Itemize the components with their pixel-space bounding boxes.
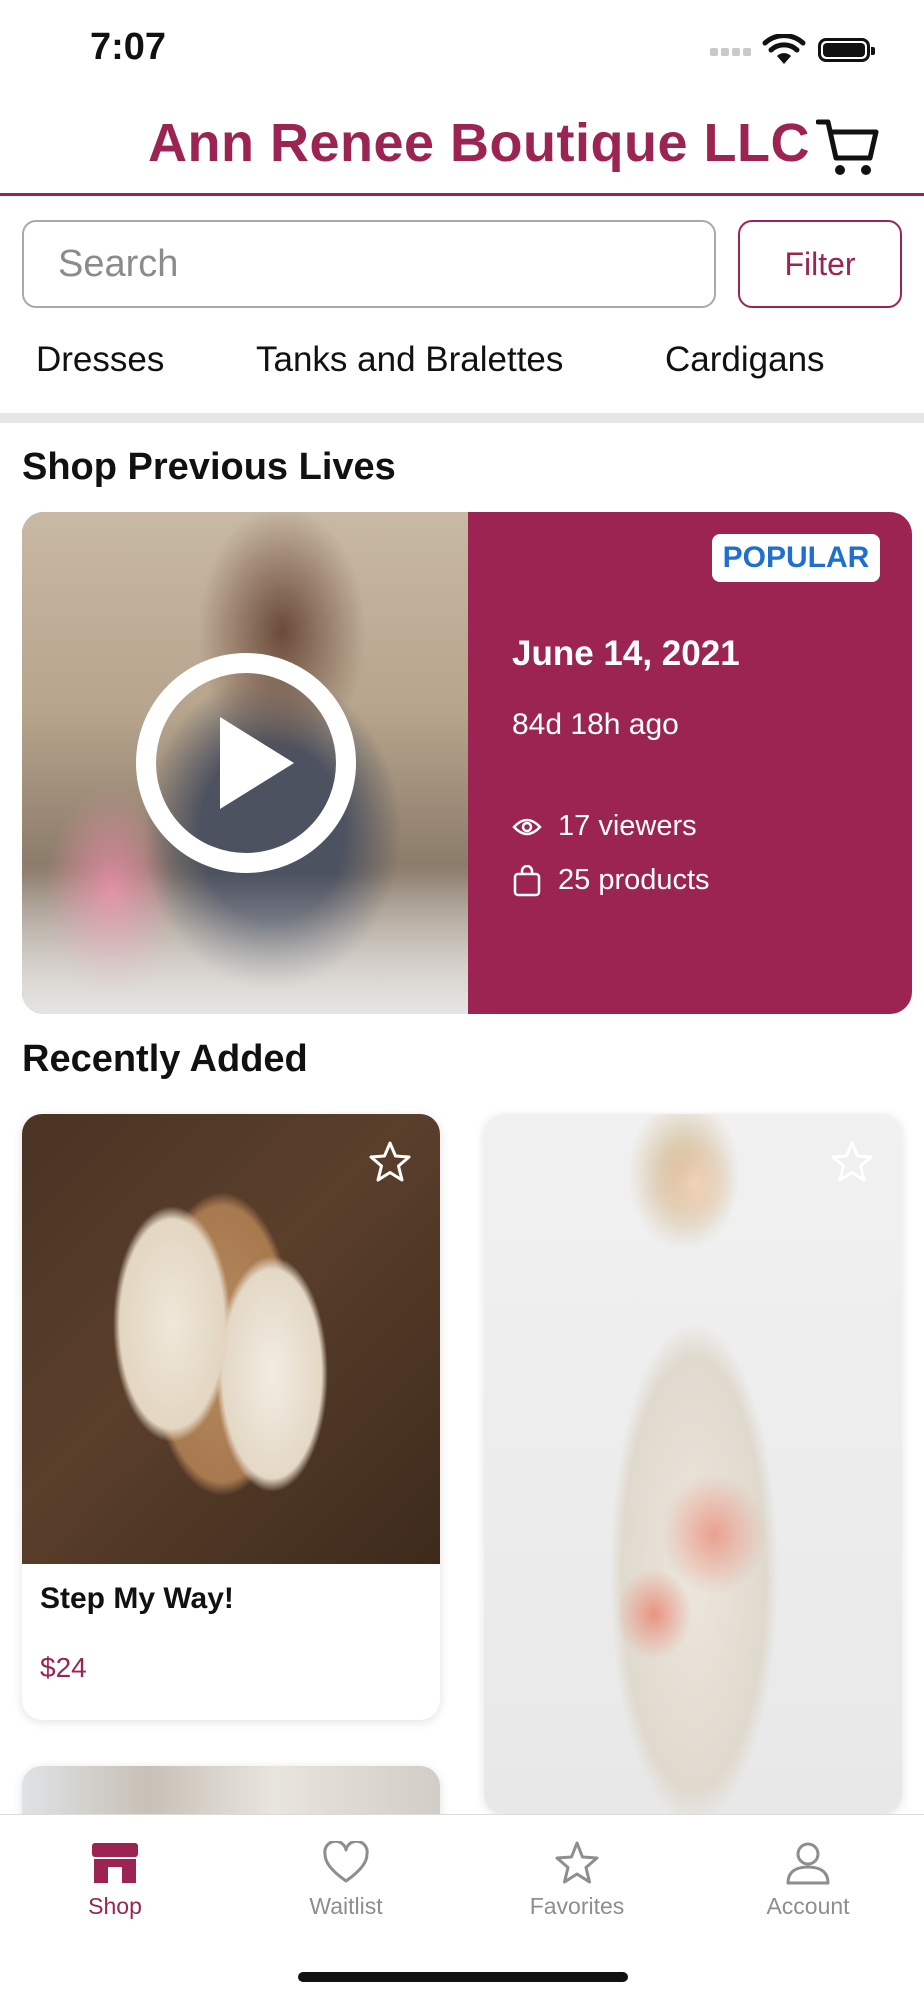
app-title: Ann Renee Boutique LLC xyxy=(148,113,810,173)
section-title-recently-added: Recently Added xyxy=(22,1038,308,1080)
live-date: June 14, 2021 xyxy=(512,634,740,673)
tab-label: Waitlist xyxy=(309,1893,383,1919)
favorite-star-icon[interactable] xyxy=(830,1140,874,1184)
product-image[interactable] xyxy=(484,1114,902,1814)
star-icon xyxy=(555,1841,599,1884)
category-divider xyxy=(0,413,924,423)
shopping-bag-icon xyxy=(513,864,541,896)
tab-account[interactable]: Account xyxy=(718,1841,898,1920)
tab-shop[interactable]: Shop xyxy=(25,1841,205,1920)
viewers-row: 17 viewers xyxy=(512,810,697,843)
filter-button[interactable]: Filter xyxy=(738,220,902,308)
section-title-previous-lives: Shop Previous Lives xyxy=(22,446,396,488)
header-divider xyxy=(0,193,924,196)
favorite-star-icon[interactable] xyxy=(368,1140,412,1184)
heart-icon xyxy=(323,1841,369,1883)
tab-favorites[interactable]: Favorites xyxy=(487,1841,667,1920)
status-time: 7:07 xyxy=(90,26,167,68)
category-dresses[interactable]: Dresses xyxy=(36,340,164,380)
category-cardigans[interactable]: Cardigans xyxy=(665,340,825,380)
product-price: $24 xyxy=(40,1652,87,1683)
live-time-ago: 84d 18h ago xyxy=(512,708,679,741)
category-tanks-and-bralettes[interactable]: Tanks and Bralettes xyxy=(256,340,563,380)
person-icon xyxy=(786,1842,830,1885)
popular-badge: POPULAR xyxy=(712,534,880,582)
tab-label: Favorites xyxy=(529,1893,625,1919)
products-row: 25 products xyxy=(512,864,710,897)
tab-label: Shop xyxy=(88,1893,142,1919)
wifi-icon xyxy=(762,34,806,64)
live-replay-card[interactable]: POPULAR June 14, 2021 84d 18h ago 17 vie… xyxy=(22,512,912,1014)
signal-icon xyxy=(710,48,754,60)
products-count: 25 products xyxy=(558,864,710,896)
cart-icon[interactable] xyxy=(816,118,880,178)
tab-waitlist[interactable]: Waitlist xyxy=(256,1841,436,1920)
store-icon xyxy=(92,1843,138,1883)
tab-label: Account xyxy=(766,1893,850,1919)
eye-icon xyxy=(512,818,542,835)
play-icon[interactable] xyxy=(134,651,358,875)
product-title: Step My Way! xyxy=(40,1582,234,1615)
product-card[interactable]: Step My Way! $24 xyxy=(22,1114,440,1720)
viewers-count: 17 viewers xyxy=(558,810,697,842)
home-indicator xyxy=(298,1972,628,1982)
search-input[interactable]: Search xyxy=(22,220,716,308)
product-card[interactable] xyxy=(484,1114,902,1814)
battery-icon xyxy=(818,38,875,62)
